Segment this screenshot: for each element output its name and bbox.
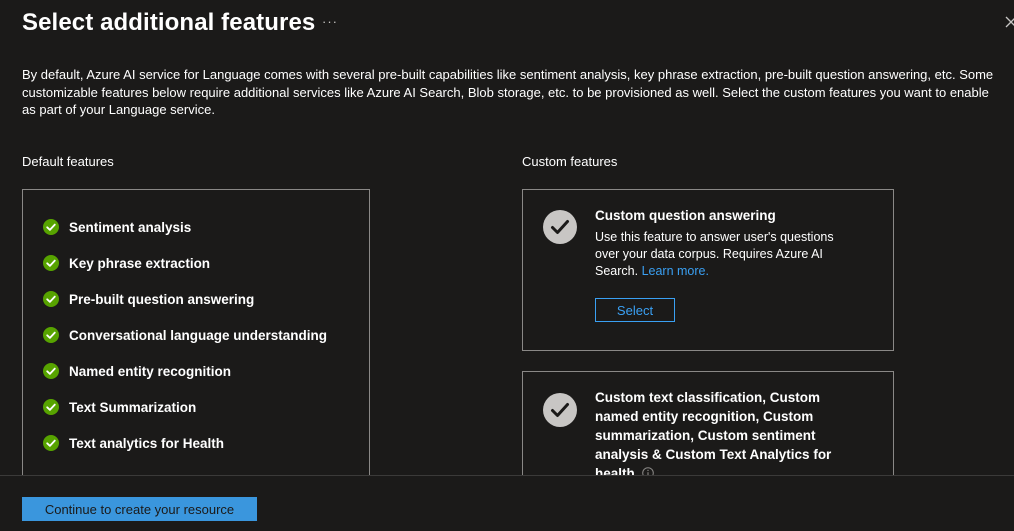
list-item: Sentiment analysis: [43, 209, 327, 245]
check-circle-icon: [43, 435, 59, 451]
intro-text: By default, Azure AI service for Languag…: [22, 67, 994, 117]
list-item: Text Summarization: [43, 389, 327, 425]
feature-label: Named entity recognition: [69, 363, 232, 379]
page-title: Select additional features: [22, 9, 316, 36]
list-item: Named entity recognition: [43, 353, 327, 389]
footer: Continue to create your resource: [0, 475, 1014, 531]
check-circle-icon: [43, 291, 59, 307]
card-description-text: Use this feature to answer user's questi…: [595, 230, 834, 278]
default-features-label: Default features: [22, 154, 114, 169]
feature-label: Key phrase extraction: [69, 255, 211, 271]
list-item: Conversational language understanding: [43, 317, 327, 353]
learn-more-link[interactable]: Learn more.: [642, 264, 709, 278]
default-features-panel: Sentiment analysis Key phrase extraction…: [22, 189, 370, 489]
close-icon[interactable]: [1003, 12, 1014, 32]
card-title: Custom text classification, Custom named…: [595, 390, 832, 481]
check-circle-icon: [43, 255, 59, 271]
feature-label: Text analytics for Health: [69, 435, 225, 451]
card-description: Use this feature to answer user's questi…: [595, 229, 855, 280]
check-circle-icon: [43, 219, 59, 235]
check-circle-icon: [543, 393, 577, 427]
feature-label: Conversational language understanding: [69, 327, 328, 343]
custom-features-label: Custom features: [522, 154, 618, 169]
feature-label: Sentiment analysis: [69, 219, 192, 235]
check-circle-icon: [543, 210, 577, 244]
check-circle-icon: [43, 363, 59, 379]
select-button[interactable]: Select: [595, 298, 675, 322]
check-circle-icon: [43, 327, 59, 343]
check-circle-icon: [43, 399, 59, 415]
feature-label: Pre-built question answering: [69, 291, 255, 307]
card-title-container: Custom text classification, Custom named…: [595, 388, 855, 483]
default-features-list: Sentiment analysis Key phrase extraction…: [43, 209, 327, 461]
continue-button[interactable]: Continue to create your resource: [22, 497, 257, 521]
card-title: Custom question answering: [595, 208, 776, 223]
custom-question-answering-card: Custom question answering Use this featu…: [522, 189, 894, 351]
more-options-button[interactable]: ···: [322, 14, 338, 29]
feature-label: Text Summarization: [69, 399, 197, 415]
list-item: Text analytics for Health: [43, 425, 327, 461]
list-item: Pre-built question answering: [43, 281, 327, 317]
list-item: Key phrase extraction: [43, 245, 327, 281]
